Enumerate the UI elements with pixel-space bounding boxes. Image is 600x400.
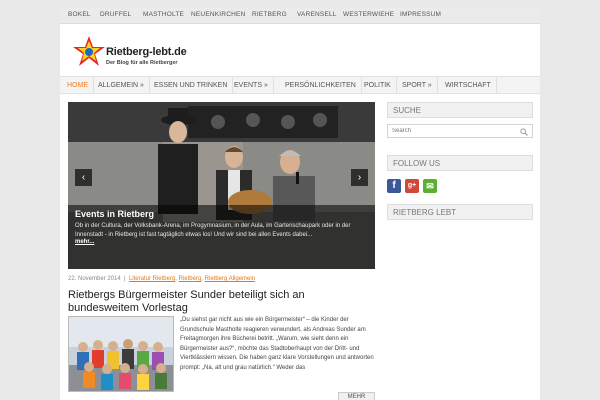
- follow-widget-title: FOLLOW US: [387, 155, 533, 171]
- nav-sport[interactable]: SPORT »: [397, 77, 438, 94]
- slider-next-button[interactable]: ›: [351, 169, 368, 186]
- page-wrapper: BOKEL DRUFFEL MASTHOLTE NEUENKIRCHEN RIE…: [60, 7, 540, 400]
- star-logo-icon[interactable]: [72, 35, 106, 67]
- post-category-link[interactable]: Literatur Rietberg: [129, 276, 175, 282]
- post-category-link[interactable]: Rietberg: [179, 276, 202, 282]
- site-tagline: Der Blog für alle Rietberger: [106, 60, 178, 66]
- top-nav: BOKEL DRUFFEL MASTHOLTE NEUENKIRCHEN RIE…: [60, 7, 540, 24]
- nav-events[interactable]: EVENTS »: [229, 77, 274, 94]
- search-box: [387, 124, 533, 138]
- slider-text: Ob in der Cultura, der Volksbank-Arena, …: [75, 223, 351, 238]
- top-nav-impressum[interactable]: IMPRESSUM: [400, 11, 441, 18]
- top-nav-mastholte[interactable]: MASTHOLTE: [143, 11, 184, 18]
- top-nav-bokel[interactable]: BOKEL: [68, 11, 91, 18]
- nav-politik[interactable]: POLITIK: [359, 77, 397, 94]
- top-nav-varensell[interactable]: VARENSELL: [297, 11, 337, 18]
- top-nav-druffel[interactable]: DRUFFEL: [100, 11, 131, 18]
- nav-wirtschaft[interactable]: WIRTSCHAFT: [440, 77, 497, 94]
- search-icon[interactable]: [520, 128, 528, 136]
- post-excerpt: „Du siehst gar nicht aus wie ein Bürgerm…: [180, 317, 374, 371]
- email-icon[interactable]: ✉: [423, 179, 437, 193]
- featured-slider[interactable]: ‹ › Events in Rietberg Ob in der Cultura…: [68, 102, 375, 269]
- slider-prev-button[interactable]: ‹: [75, 169, 92, 186]
- top-nav-neuenkirchen[interactable]: NEUENKIRCHEN: [191, 11, 245, 18]
- slider-more-link[interactable]: mehr...: [75, 239, 94, 245]
- site-title[interactable]: Rietberg-lebt.de: [106, 46, 187, 58]
- nav-persoenlichkeiten[interactable]: PERSÖNLICHKEITEN: [280, 77, 362, 94]
- slider-title[interactable]: Events in Rietberg: [75, 209, 154, 219]
- rietberg-lebt-widget-title: RIETBERG LEBT: [387, 204, 533, 220]
- post-thumbnail[interactable]: [68, 316, 174, 392]
- nav-essen-und-trinken[interactable]: ESSEN UND TRINKEN: [149, 77, 234, 94]
- top-nav-rietberg[interactable]: RIETBERG: [252, 11, 287, 18]
- post-date: 22. November 2014: [68, 276, 121, 282]
- facebook-icon[interactable]: f: [387, 179, 401, 193]
- top-nav-westerwiehe[interactable]: WESTERWIEHE: [343, 11, 394, 18]
- post-title[interactable]: Rietbergs Bürgermeister Sunder beteiligt…: [68, 289, 368, 315]
- search-widget-title: SUCHE: [387, 102, 533, 118]
- post-category-link[interactable]: Rietberg Allgemein: [205, 276, 255, 282]
- google-plus-icon[interactable]: g+: [405, 179, 419, 193]
- site-header: Rietberg-lebt.de Der Blog für alle Rietb…: [60, 24, 540, 76]
- post-meta: 22. November 2014 | Literatur Rietberg, …: [68, 276, 256, 282]
- group-photo: [69, 317, 173, 391]
- post-more-button[interactable]: MEHR: [338, 392, 375, 400]
- nav-home[interactable]: HOME: [62, 77, 94, 94]
- nav-allgemein[interactable]: ALLGEMEIN »: [93, 77, 150, 94]
- main-nav: HOME ALLGEMEIN » ESSEN UND TRINKEN EVENT…: [60, 76, 540, 94]
- search-input[interactable]: [388, 125, 516, 137]
- slider-caption: Events in Rietberg Ob in der Cultura, de…: [68, 205, 375, 269]
